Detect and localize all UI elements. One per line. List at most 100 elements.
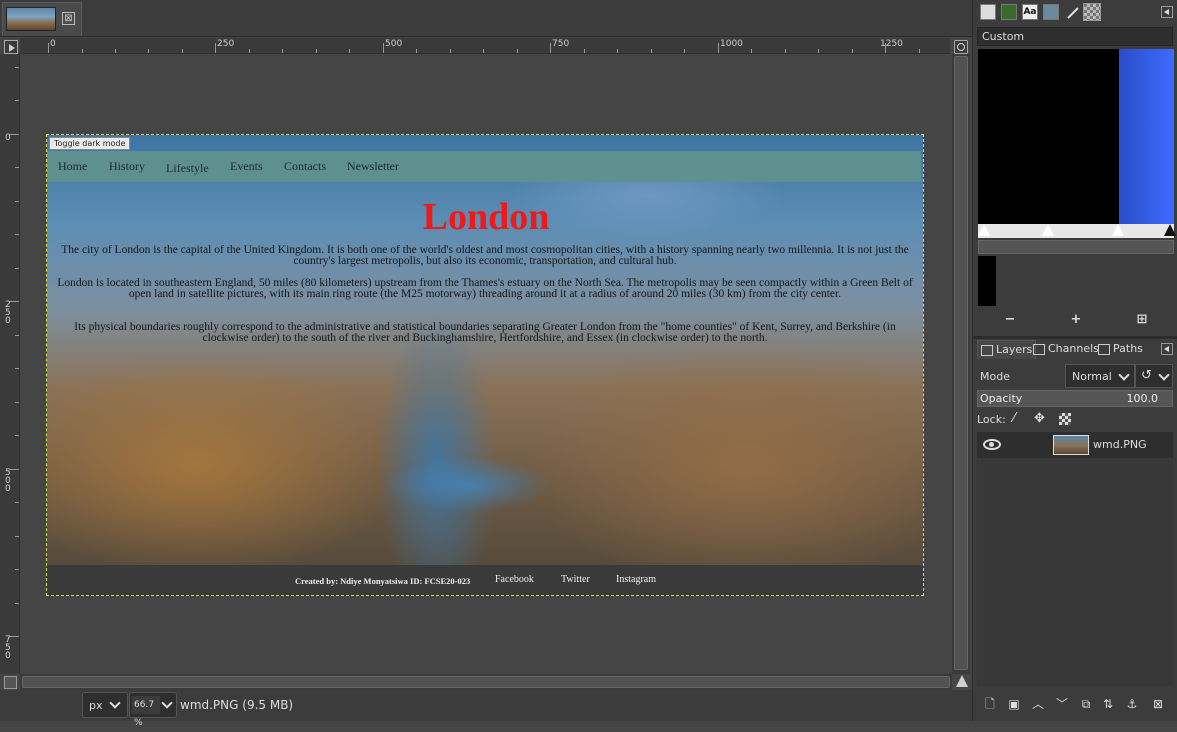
chevron-down-icon	[1118, 369, 1130, 381]
layer-thumbnail	[1053, 435, 1089, 455]
footer-instagram: Instagram	[616, 574, 656, 585]
document-icon[interactable]	[1043, 4, 1059, 20]
new-group-icon[interactable]: ▣	[1007, 697, 1021, 711]
tab-paths[interactable]: Paths	[1095, 340, 1146, 359]
gradient-stop[interactable]	[978, 224, 990, 236]
nav-history: History	[109, 159, 145, 173]
layers-icon	[981, 345, 993, 356]
chevron-down-icon	[109, 697, 121, 709]
gradient-icon[interactable]	[1083, 3, 1101, 21]
pattern-icon[interactable]	[1001, 4, 1017, 20]
ruler-label: 250	[217, 39, 235, 49]
ruler-label: 750	[5, 635, 11, 661]
horizontal-ruler[interactable]: 0 250 500 750 1000 1250	[20, 38, 950, 54]
tab-paths-label: Paths	[1113, 342, 1143, 355]
lock-label: Lock:	[977, 413, 1006, 426]
font-icon[interactable]: Aa	[1022, 4, 1038, 20]
quick-mask-icon[interactable]	[4, 676, 17, 689]
ruler-label: 500	[385, 39, 403, 49]
gradient-stop[interactable]	[1112, 224, 1124, 236]
visibility-eye-icon[interactable]	[983, 439, 1001, 450]
paragraph-boundaries: Its physical boundaries roughly correspo…	[74, 321, 896, 344]
gradient-name-field[interactable]: Custom	[977, 27, 1173, 46]
ruler-label: 500	[5, 468, 11, 494]
opacity-slider[interactable]: Opacity 100.0	[977, 390, 1173, 407]
close-tab-icon[interactable]: ⊠	[62, 12, 75, 25]
right-dock: Aa Custom − + ⊞ Layers Channels Paths Mo…	[972, 0, 1177, 721]
page-title: London	[422, 196, 550, 238]
tab-layers-label: Layers	[996, 343, 1033, 356]
navigate-icon[interactable]	[954, 674, 970, 690]
opacity-label: Opacity	[980, 392, 1023, 405]
nav-home: Home	[58, 159, 88, 173]
image-canvas[interactable]: Toggle dark mode Home History Lifestyle …	[20, 54, 952, 674]
webpage-screenshot[interactable]: Toggle dark mode Home History Lifestyle …	[46, 134, 924, 596]
panel-menu-icon[interactable]	[1161, 6, 1173, 18]
reset-icon: ↺	[1141, 368, 1152, 383]
lock-alpha-icon[interactable]	[1059, 413, 1071, 425]
anchor-icon[interactable]: ⚓	[1125, 697, 1139, 711]
new-layer-icon[interactable]: 🗋	[983, 697, 997, 711]
merge-down-icon[interactable]: ⇅	[1101, 697, 1115, 711]
tab-layers[interactable]: Layers	[977, 340, 1037, 359]
mode-value: Normal	[1072, 370, 1112, 383]
ruler-label: 1250	[880, 39, 903, 49]
gradient-scrollbar[interactable]	[978, 240, 1174, 254]
composite-mode-dropdown[interactable]: ↺	[1135, 364, 1173, 388]
brush-icon[interactable]	[980, 4, 996, 20]
horizontal-scroll-thumb[interactable]	[22, 676, 950, 688]
tab-channels[interactable]: Channels	[1030, 340, 1102, 359]
layer-row[interactable]: wmd.PNG	[977, 432, 1173, 458]
layer-mode-row: Mode Normal ↺	[977, 364, 1173, 388]
paintbrush-icon[interactable]	[1064, 4, 1080, 20]
gradient-color-swatch	[978, 256, 996, 306]
ruler-label: 250	[5, 300, 11, 326]
ruler-label: 750	[552, 39, 570, 49]
nav-contacts: Contacts	[284, 159, 326, 173]
chevron-down-icon	[1158, 369, 1170, 381]
toggle-dark-mode-button: Toggle dark mode	[49, 137, 131, 150]
zoom-in-button[interactable]: +	[1069, 313, 1083, 327]
layer-name[interactable]: wmd.PNG	[1093, 438, 1147, 451]
tab-channels-label: Channels	[1048, 342, 1099, 355]
ruler-label: 1000	[720, 39, 743, 49]
horizontal-scrollbar[interactable]	[20, 674, 952, 690]
lock-pixels-icon[interactable]: ⁄	[1013, 411, 1015, 426]
mode-dropdown[interactable]: Normal	[1065, 364, 1135, 388]
zoom-value[interactable]: 66.7 %	[132, 696, 160, 728]
duplicate-layer-icon[interactable]: ⧉	[1079, 697, 1093, 711]
gradient-preview[interactable]	[978, 49, 1174, 224]
zoom-to-fit-icon[interactable]	[954, 40, 968, 54]
raise-layer-icon[interactable]: ︿	[1031, 697, 1045, 711]
delete-layer-icon[interactable]: ⊠	[1151, 697, 1165, 711]
layers-panel-menu-icon[interactable]	[1161, 343, 1173, 355]
layer-list-empty-area	[977, 458, 1173, 686]
ruler-menu-icon[interactable]	[4, 40, 18, 54]
unit-dropdown[interactable]: px	[82, 692, 128, 718]
paragraph-intro: The city of London is the capital of the…	[61, 244, 909, 267]
lock-position-icon[interactable]: ✥	[1034, 411, 1045, 426]
image-tab[interactable]: ⊠	[2, 2, 82, 36]
vertical-scrollbar[interactable]	[952, 54, 970, 674]
nav-newsletter: Newsletter	[347, 159, 399, 173]
layers-action-bar: 🗋 ▣ ︿ ﹀ ⧉ ⇅ ⚓ ⊠	[977, 694, 1173, 716]
lower-layer-icon[interactable]: ﹀	[1055, 697, 1069, 711]
unit-value: px	[89, 699, 103, 712]
opacity-value[interactable]: 100.0	[1127, 392, 1159, 405]
image-thumbnail	[6, 7, 56, 31]
ruler-label: 0	[50, 39, 56, 49]
paragraph-location: London is located in southeastern Englan…	[57, 277, 913, 300]
vertical-ruler[interactable]: 0 250 500 750	[0, 54, 20, 674]
zoom-all-button[interactable]: ⊞	[1135, 313, 1149, 327]
ruler-label: 0	[5, 133, 11, 143]
gradient-stop[interactable]	[1164, 224, 1176, 236]
zoom-out-button[interactable]: −	[1003, 313, 1017, 327]
dock-separator[interactable]	[973, 336, 1177, 339]
nav-lifestyle: Lifestyle	[166, 161, 209, 175]
gradient-stop[interactable]	[1042, 224, 1054, 236]
gradient-stops-bar[interactable]	[978, 224, 1176, 238]
vertical-scroll-thumb[interactable]	[954, 56, 968, 670]
nav-events: Events	[230, 159, 263, 173]
zoom-dropdown[interactable]: 66.7 %	[129, 692, 177, 728]
site-navbar: Home History Lifestyle Events Contacts N…	[47, 151, 921, 182]
